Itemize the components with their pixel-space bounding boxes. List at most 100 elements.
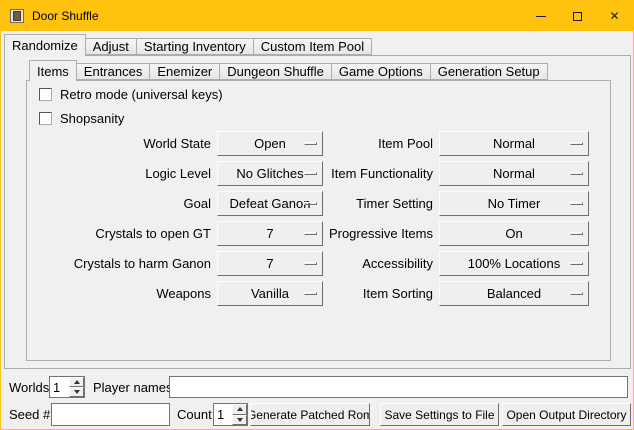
player-names-label: Player names [93,376,172,398]
tab-adjust[interactable]: Adjust [85,38,137,55]
dropdown-indicator-icon [304,172,317,175]
count-label: Count [177,403,212,426]
arrow-up-icon [237,407,243,411]
crystals-open-gt-value: 7 [266,226,273,241]
shopsanity-label: Shopsanity [60,111,124,126]
tab-game-options[interactable]: Game Options [331,63,431,80]
dropdown-indicator-icon [570,142,583,145]
progressive-items-value: On [505,226,522,241]
app-icon [10,9,24,23]
timer-setting-dropdown[interactable]: No Timer [439,191,589,216]
retro-mode-label: Retro mode (universal keys) [60,87,223,102]
timer-setting-value: No Timer [488,196,541,211]
accessibility-value: 100% Locations [468,256,561,271]
options-grid: World State Open Item Pool Normal Logic … [29,131,589,306]
dropdown-indicator-icon [304,202,317,205]
item-sorting-value: Balanced [487,286,541,301]
crystals-open-gt-dropdown[interactable]: 7 [217,221,323,246]
worlds-spin-up-button[interactable] [69,377,84,387]
count-spin-arrows [232,404,247,425]
seed-input[interactable] [51,403,170,426]
item-pool-label: Item Pool [329,131,433,156]
worlds-value[interactable]: 1 [50,377,69,397]
retro-mode-checkbox[interactable] [39,88,52,101]
crystals-open-gt-label: Crystals to open GT [29,221,211,246]
crystals-harm-ganon-value: 7 [266,256,273,271]
dropdown-indicator-icon [570,172,583,175]
minimize-button[interactable] [522,1,559,31]
close-button[interactable]: ✕ [596,1,633,31]
progressive-items-dropdown[interactable]: On [439,221,589,246]
arrow-down-icon [237,418,243,422]
goal-value: Defeat Ganon [230,196,311,211]
item-sorting-dropdown[interactable]: Balanced [439,281,589,306]
window-title: Door Shuffle [32,9,99,23]
crystals-harm-ganon-dropdown[interactable]: 7 [217,251,323,276]
logic-level-value: No Glitches [236,166,303,181]
accessibility-dropdown[interactable]: 100% Locations [439,251,589,276]
save-settings-button[interactable]: Save Settings to File [380,403,499,426]
maximize-icon [573,12,582,21]
shopsanity-row: Shopsanity [39,111,124,125]
dropdown-indicator-icon [570,202,583,205]
world-state-dropdown[interactable]: Open [217,131,323,156]
dropdown-indicator-icon [570,232,583,235]
minimize-icon [536,16,546,17]
dropdown-indicator-icon [304,142,317,145]
titlebar: Door Shuffle ✕ [1,1,633,31]
dropdown-indicator-icon [570,292,583,295]
item-pool-value: Normal [493,136,535,151]
tab-dungeon-shuffle[interactable]: Dungeon Shuffle [219,63,332,80]
accessibility-label: Accessibility [329,251,433,276]
retro-mode-row: Retro mode (universal keys) [39,87,223,101]
worlds-spin-down-button[interactable] [69,387,84,397]
goal-dropdown[interactable]: Defeat Ganon [217,191,323,216]
tab-starting-inventory[interactable]: Starting Inventory [136,38,254,55]
worlds-spin-arrows [69,377,84,397]
count-spinbox[interactable]: 1 [213,403,248,426]
crystals-harm-ganon-label: Crystals to harm Ganon [29,251,211,276]
weapons-value: Vanilla [251,286,289,301]
open-output-directory-button[interactable]: Open Output Directory [502,403,631,426]
weapons-label: Weapons [29,281,211,306]
weapons-dropdown[interactable]: Vanilla [217,281,323,306]
dropdown-indicator-icon [570,262,583,265]
dropdown-indicator-icon [304,292,317,295]
timer-setting-label: Timer Setting [329,191,433,216]
count-spin-up-button[interactable] [232,404,247,415]
seed-label: Seed # [9,403,50,426]
tab-generation-setup[interactable]: Generation Setup [430,63,548,80]
arrow-down-icon [74,390,80,394]
count-spin-down-button[interactable] [232,415,247,426]
randomize-sub-tab-bar: Items Entrances Enemizer Dungeon Shuffle… [29,60,548,81]
tab-enemizer[interactable]: Enemizer [149,63,220,80]
main-tab-bar: Randomize Adjust Starting Inventory Cust… [4,34,372,56]
player-names-input[interactable] [169,376,628,398]
tab-randomize[interactable]: Randomize [4,34,86,56]
logic-level-dropdown[interactable]: No Glitches [217,161,323,186]
tab-custom-item-pool[interactable]: Custom Item Pool [253,38,372,55]
generate-patched-rom-button[interactable]: Generate Patched Rom [250,403,370,426]
world-state-value: Open [254,136,286,151]
worlds-label: Worlds [9,376,49,398]
maximize-button[interactable] [559,1,596,31]
logic-level-label: Logic Level [29,161,211,186]
progressive-items-label: Progressive Items [329,221,433,246]
shopsanity-checkbox[interactable] [39,112,52,125]
tab-entrances[interactable]: Entrances [76,63,151,80]
goal-label: Goal [29,191,211,216]
world-state-label: World State [29,131,211,156]
item-functionality-dropdown[interactable]: Normal [439,161,589,186]
item-pool-dropdown[interactable]: Normal [439,131,589,156]
close-icon: ✕ [609,10,619,22]
item-functionality-label: Item Functionality [329,161,433,186]
caption-buttons: ✕ [522,1,633,31]
dropdown-indicator-icon [304,262,317,265]
tab-items[interactable]: Items [29,60,77,81]
arrow-up-icon [74,380,80,384]
item-functionality-value: Normal [493,166,535,181]
worlds-spinbox[interactable]: 1 [49,376,85,398]
door-shuffle-window: Door Shuffle ✕ Randomize Adjust Starting… [0,0,634,430]
count-value[interactable]: 1 [214,404,232,425]
dropdown-indicator-icon [304,232,317,235]
